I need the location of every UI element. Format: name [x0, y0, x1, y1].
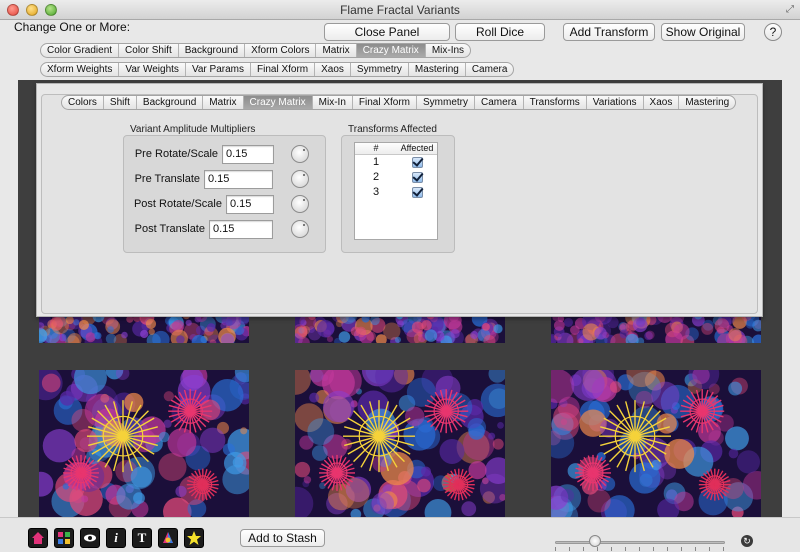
- fractal-thumbnail[interactable]: [551, 370, 761, 517]
- fractal-thumbnail[interactable]: [295, 370, 505, 517]
- panel-tab-mix-in[interactable]: Mix-In: [313, 96, 353, 109]
- panel-tab-variations[interactable]: Variations: [587, 96, 644, 109]
- tab-crazy-matrix[interactable]: Crazy Matrix: [356, 44, 426, 57]
- variant-tabs-row2: Xform Weights Var Weights Var Params Final …: [40, 62, 515, 77]
- change-label: Change One or More:: [14, 20, 131, 34]
- fullscreen-icon[interactable]: ⤢: [786, 4, 794, 15]
- panel-tab-colors[interactable]: Colors: [62, 96, 104, 109]
- panel-tabs: Colors Shift Background Matrix Crazy Matrix M…: [61, 95, 737, 110]
- pre-translate-label: Pre Translate: [134, 173, 200, 185]
- col-number-header: #: [373, 143, 379, 153]
- pre-translate-knob[interactable]: [291, 170, 309, 188]
- pre-translate-input[interactable]: 0.15: [204, 170, 273, 189]
- pre-rotate-scale-knob[interactable]: [291, 145, 309, 163]
- affected-checkbox[interactable]: [411, 157, 423, 168]
- eye-icon[interactable]: [80, 528, 100, 548]
- tab-color-shift[interactable]: Color Shift: [119, 44, 179, 57]
- tab-mix-ins[interactable]: Mix-Ins: [426, 44, 470, 57]
- amplitude-group-title: Variant Amplitude Multipliers: [130, 124, 256, 135]
- table-row: 2: [355, 170, 437, 185]
- panel-tab-background[interactable]: Background: [137, 96, 204, 109]
- slider-ticks: [555, 547, 725, 551]
- col-affected-header: Affected: [400, 143, 434, 153]
- post-translate-input[interactable]: 0.15: [209, 220, 273, 239]
- add-to-stash-button[interactable]: Add to Stash: [240, 529, 325, 547]
- transforms-group-title: Transforms Affected: [348, 124, 437, 135]
- panel-tab-mastering[interactable]: Mastering: [679, 96, 735, 109]
- table-row: 1: [355, 155, 437, 170]
- add-transform-button[interactable]: Add Transform: [563, 23, 655, 41]
- fractal-thumbnail[interactable]: [39, 370, 249, 517]
- roll-dice-button[interactable]: Roll Dice: [455, 23, 545, 41]
- tab-xform-colors[interactable]: Xform Colors: [245, 44, 317, 57]
- tab-camera[interactable]: Camera: [466, 63, 514, 76]
- zoom-slider-track[interactable]: [555, 541, 725, 544]
- post-translate-label: Post Translate: [134, 223, 205, 235]
- title-bar: Flame Fractal Variants ⤢: [0, 0, 800, 20]
- window-title: Flame Fractal Variants: [340, 3, 460, 17]
- panel-tab-crazy-matrix[interactable]: Crazy Matrix: [243, 96, 313, 109]
- affected-checkbox[interactable]: [411, 187, 423, 198]
- home-icon[interactable]: [28, 528, 48, 548]
- pre-rotate-scale-input[interactable]: 0.15: [222, 145, 274, 164]
- grid-icon[interactable]: [54, 528, 74, 548]
- tab-xaos[interactable]: Xaos: [315, 63, 351, 76]
- refresh-icon[interactable]: ↻: [741, 535, 753, 547]
- panel-tab-symmetry[interactable]: Symmetry: [417, 96, 476, 109]
- tab-matrix[interactable]: Matrix: [316, 44, 357, 57]
- post-translate-knob[interactable]: [291, 220, 309, 238]
- post-rotate-scale-knob[interactable]: [291, 195, 309, 213]
- variant-tabs-row1: Color Gradient Color Shift Background Xform…: [40, 43, 472, 58]
- text-icon[interactable]: T: [132, 528, 152, 548]
- transform-number: 2: [372, 171, 380, 183]
- panel-tab-final-xform[interactable]: Final Xform: [353, 96, 418, 109]
- tab-color-gradient[interactable]: Color Gradient: [41, 44, 120, 57]
- fractal-thumbnail[interactable]: [551, 315, 761, 343]
- tab-var-params[interactable]: Var Params: [186, 63, 251, 76]
- post-rotate-scale-label: Post Rotate/Scale: [133, 198, 222, 210]
- info-icon[interactable]: i: [106, 528, 126, 548]
- panel-tab-transforms[interactable]: Transforms: [524, 96, 587, 109]
- zoom-slider-thumb[interactable]: [589, 535, 601, 547]
- tab-xform-weights[interactable]: Xform Weights: [41, 63, 120, 76]
- fractal-thumbnail[interactable]: [295, 315, 505, 343]
- tab-mastering[interactable]: Mastering: [409, 63, 466, 76]
- table-row: 3: [355, 185, 437, 200]
- fractal-thumbnail[interactable]: [39, 315, 249, 343]
- panel-tab-matrix[interactable]: Matrix: [203, 96, 244, 109]
- tab-var-weights[interactable]: Var Weights: [119, 63, 186, 76]
- panel-tab-shift[interactable]: Shift: [104, 96, 137, 109]
- transforms-table-header: # Affected: [355, 143, 437, 155]
- tab-final-xform[interactable]: Final Xform: [251, 63, 316, 76]
- transform-number: 3: [372, 186, 380, 198]
- pre-rotate-scale-label: Pre Rotate/Scale: [134, 148, 218, 160]
- star-icon[interactable]: [184, 528, 204, 548]
- panel-tab-xaos[interactable]: Xaos: [644, 96, 680, 109]
- tab-background[interactable]: Background: [179, 44, 246, 57]
- panel-tab-camera[interactable]: Camera: [475, 96, 524, 109]
- palette-icon[interactable]: [158, 528, 178, 548]
- help-icon[interactable]: ?: [764, 23, 782, 41]
- show-original-button[interactable]: Show Original: [661, 23, 745, 41]
- transform-number: 1: [372, 156, 380, 168]
- post-rotate-scale-input[interactable]: 0.15: [226, 195, 274, 214]
- tab-symmetry[interactable]: Symmetry: [351, 63, 409, 76]
- transforms-table: # Affected 1 2 3: [354, 142, 438, 240]
- close-panel-button[interactable]: Close Panel: [324, 23, 450, 41]
- affected-checkbox[interactable]: [411, 172, 423, 183]
